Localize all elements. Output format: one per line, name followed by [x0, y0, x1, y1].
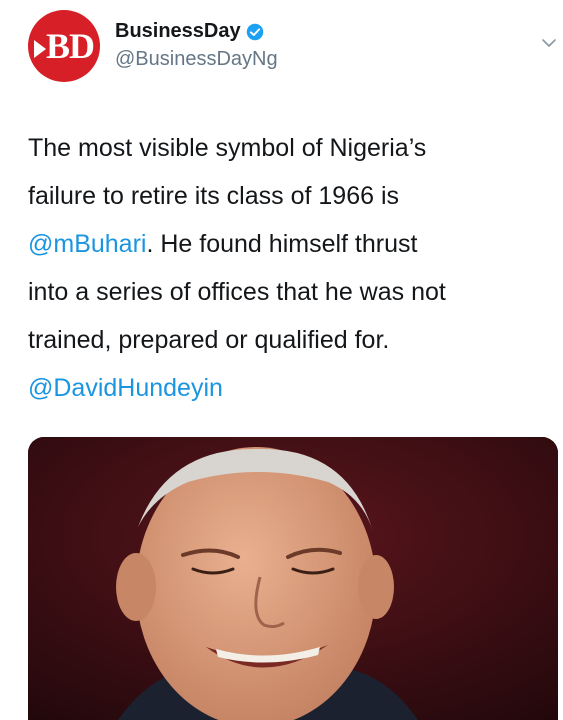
- tweet-text-line: The most visible symbol of Nigeria’s: [28, 134, 427, 162]
- tweet-header: BD BusinessDay @BusinessDayNg: [28, 10, 556, 90]
- logo-triangle-icon: [34, 40, 46, 58]
- avatar[interactable]: BD: [28, 10, 100, 82]
- author-handle[interactable]: @BusinessDayNg: [115, 48, 278, 71]
- avatar-logo-text: BD: [46, 26, 95, 66]
- tweet-text: The most visible symbol of Nigeria’s fai…: [28, 124, 548, 412]
- chevron-down-icon[interactable]: [541, 35, 557, 51]
- mention-link[interactable]: @DavidHundeyin: [28, 374, 223, 402]
- tweet-text-line: into a series of offices that he was not: [28, 278, 446, 306]
- tweet-text-line: . He found himself thrust: [146, 230, 418, 258]
- author-name-row: BusinessDay: [115, 20, 264, 43]
- tweet-text-line: failure to retire its class of 1966 is: [28, 182, 399, 210]
- mention-link[interactable]: @mBuhari: [28, 230, 146, 258]
- tweet-text-line: trained, prepared or qualified for.: [28, 326, 390, 354]
- display-name[interactable]: BusinessDay: [115, 20, 241, 43]
- portrait-photo: [28, 437, 558, 720]
- tweet-media-photo[interactable]: [28, 437, 558, 720]
- verified-badge-icon: [246, 23, 263, 40]
